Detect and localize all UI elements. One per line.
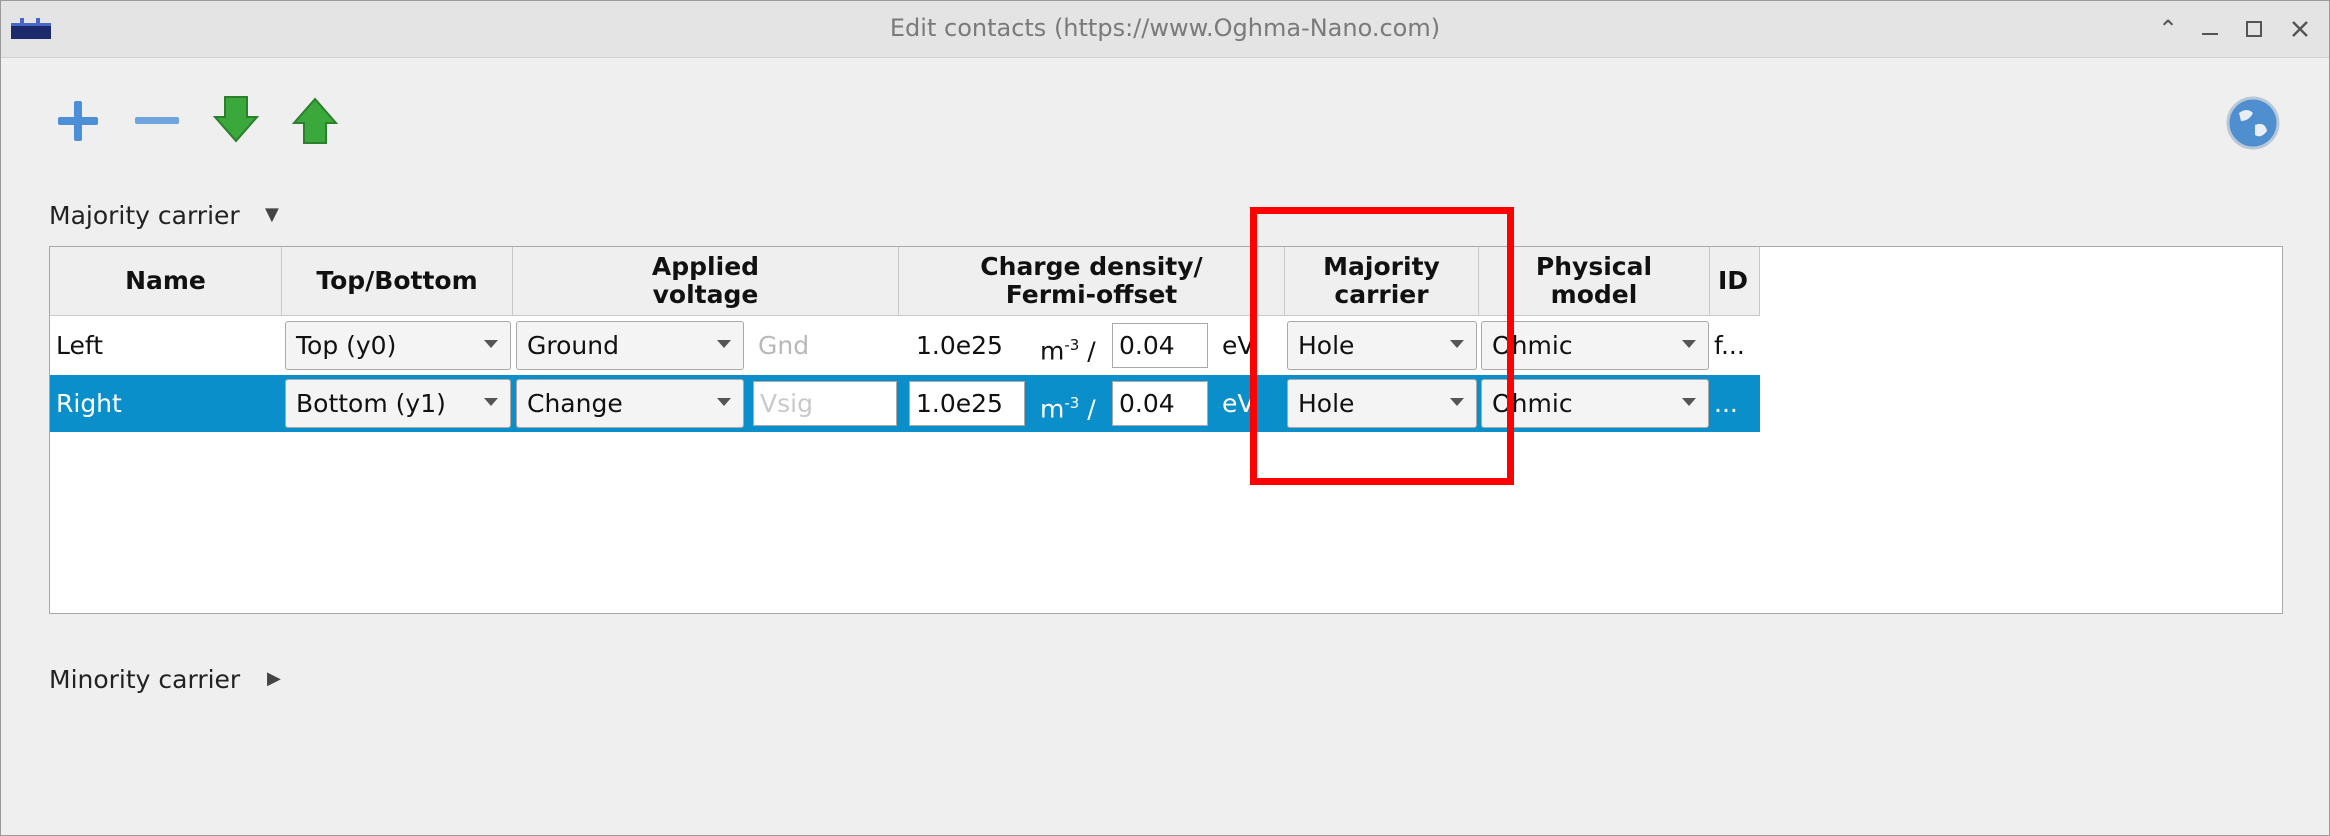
chevron-down-icon[interactable]: ▼: [265, 204, 279, 225]
contact-id-cell[interactable]: ...: [1714, 375, 1738, 432]
close-button[interactable]: [2285, 14, 2315, 44]
dropdown-arrow-icon: [484, 398, 498, 406]
density-unit-label: m-3 /: [1040, 394, 1096, 424]
charge-density-input[interactable]: 1.0e25: [909, 381, 1025, 426]
chevron-up-icon[interactable]: ⌃: [2153, 14, 2183, 44]
majority-carrier-value: Hole: [1298, 389, 1355, 418]
majority-carrier-value: Hole: [1298, 331, 1355, 360]
position-value: Top (y0): [296, 331, 397, 360]
majority-carrier-dropdown[interactable]: Hole: [1287, 379, 1477, 428]
charge-density-input[interactable]: 1.0e25: [916, 317, 1003, 374]
move-down-button[interactable]: [209, 93, 263, 147]
position-dropdown[interactable]: Bottom (y1): [285, 379, 511, 428]
plus-icon: [58, 101, 98, 141]
column-header-applied-voltage[interactable]: Applied voltage: [513, 247, 899, 316]
voltage-mode-value: Ground: [527, 331, 619, 360]
column-header-majority-carrier[interactable]: Majority carrier: [1285, 247, 1479, 316]
maximize-icon: [2246, 21, 2262, 37]
table-row[interactable]: Left Top (y0) Ground Gnd 1.0e25 m-3 / 0.…: [50, 317, 1760, 374]
column-header-charge-density[interactable]: Charge density/ Fermi-offset: [899, 247, 1285, 316]
arrow-up-icon: [291, 97, 339, 144]
majority-carrier-section-toggle[interactable]: Majority carrier: [49, 201, 240, 230]
arrow-down-icon: [212, 96, 260, 143]
column-header-physical-model[interactable]: Physical model: [1479, 247, 1710, 316]
dropdown-arrow-icon: [717, 340, 731, 348]
move-up-button[interactable]: [288, 93, 342, 147]
title-bar: Edit contacts (https://www.Oghma-Nano.co…: [1, 1, 2329, 58]
help-button[interactable]: [2225, 95, 2281, 151]
voltage-mode-dropdown[interactable]: Change: [516, 379, 744, 428]
column-header-top-bottom[interactable]: Top/Bottom: [282, 247, 513, 316]
voltage-value-input[interactable]: Gnd: [758, 317, 809, 374]
fermi-offset-input[interactable]: 0.04: [1112, 323, 1208, 368]
contacts-table: Name Top/Bottom Applied voltage Charge d…: [49, 246, 2283, 614]
contact-name-cell[interactable]: Left: [56, 317, 103, 374]
position-dropdown[interactable]: Top (y0): [285, 321, 511, 370]
minimize-icon: [2202, 33, 2218, 35]
fermi-unit-label: eV: [1222, 331, 1255, 360]
physical-model-dropdown[interactable]: Ohmic: [1481, 321, 1709, 370]
density-unit-label: m-3 /: [1040, 336, 1096, 366]
dropdown-arrow-icon: [1450, 398, 1464, 406]
edit-contacts-window: Edit contacts (https://www.Oghma-Nano.co…: [0, 0, 2330, 836]
column-header-name[interactable]: Name: [50, 247, 282, 316]
dropdown-arrow-icon: [717, 398, 731, 406]
dropdown-arrow-icon: [1682, 398, 1696, 406]
voltage-mode-value: Change: [527, 389, 623, 418]
add-contact-button[interactable]: [51, 93, 105, 147]
chevron-right-icon[interactable]: ▶: [267, 668, 281, 689]
dropdown-arrow-icon: [1682, 340, 1696, 348]
fermi-offset-input[interactable]: 0.04: [1112, 381, 1208, 426]
dropdown-arrow-icon: [1450, 340, 1464, 348]
position-value: Bottom (y1): [296, 389, 446, 418]
globe-icon: [2226, 96, 2280, 150]
window-title: Edit contacts (https://www.Oghma-Nano.co…: [889, 14, 1441, 42]
minus-icon: [135, 117, 179, 124]
close-icon: [2292, 21, 2308, 37]
contact-name-cell[interactable]: Right: [56, 375, 122, 432]
table-row-selected[interactable]: Right Bottom (y1) Change Vsig 1.0e25 m-3…: [50, 375, 1760, 432]
contact-id-cell[interactable]: f...: [1714, 317, 1745, 374]
fermi-unit-label: eV: [1222, 389, 1255, 418]
physical-model-value: Ohmic: [1492, 389, 1573, 418]
remove-contact-button[interactable]: [130, 93, 184, 147]
minimize-button[interactable]: [2195, 14, 2225, 44]
voltage-mode-dropdown[interactable]: Ground: [516, 321, 744, 370]
voltage-value-input[interactable]: Vsig: [753, 381, 897, 426]
minority-carrier-section-toggle[interactable]: Minority carrier: [49, 665, 240, 694]
column-header-id[interactable]: ID: [1710, 247, 1760, 316]
physical-model-value: Ohmic: [1492, 331, 1573, 360]
dropdown-arrow-icon: [484, 340, 498, 348]
majority-carrier-dropdown[interactable]: Hole: [1287, 321, 1477, 370]
maximize-button[interactable]: [2239, 14, 2269, 44]
physical-model-dropdown[interactable]: Ohmic: [1481, 379, 1709, 428]
